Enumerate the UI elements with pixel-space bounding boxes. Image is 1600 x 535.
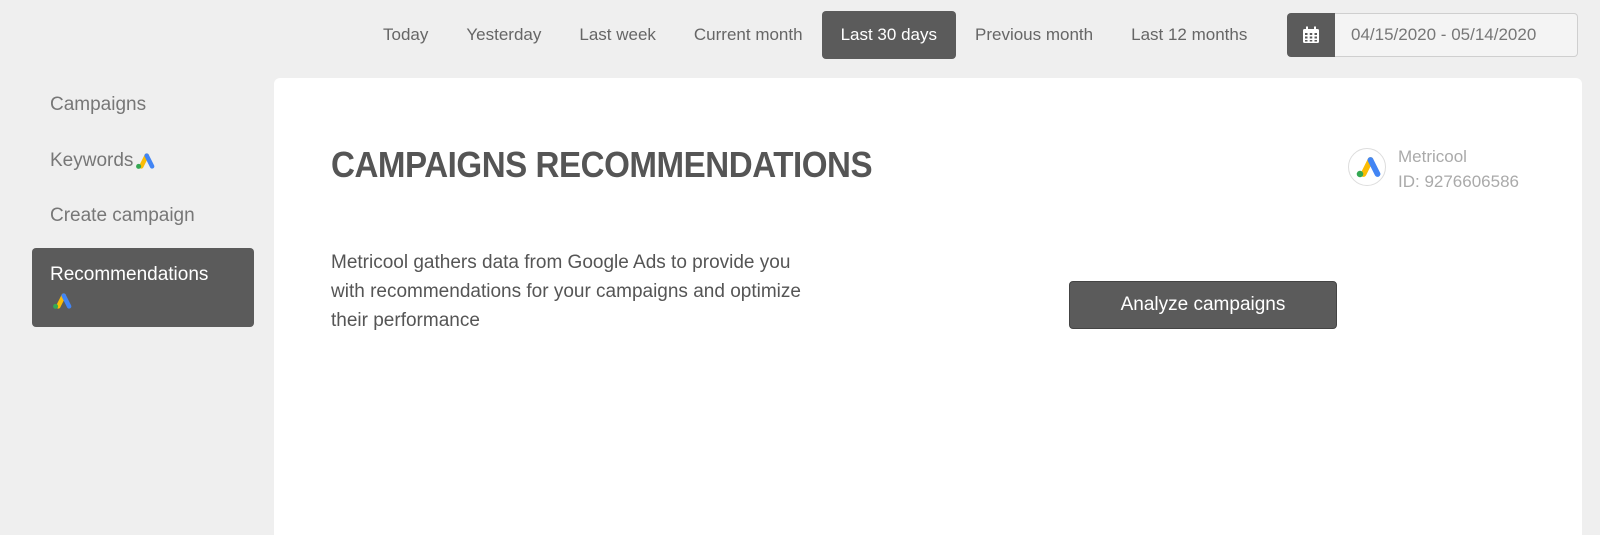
google-ads-icon [53,293,72,310]
account-name: Metricool [1398,147,1467,166]
sidebar: Campaigns Keywords Create campaign Recom… [32,78,254,328]
main-card: CAMPAIGNS RECOMMENDATIONS Metricool ID: … [274,78,1582,535]
account-text: Metricool ID: 9276606586 [1398,144,1519,194]
sidebar-item-label: Create campaign [50,205,195,227]
range-option-yesterday[interactable]: Yesterday [447,11,560,59]
account-info: Metricool ID: 9276606586 [1348,144,1519,194]
google-ads-icon [136,152,155,169]
range-option-current-month[interactable]: Current month [675,11,822,59]
google-ads-icon [1356,157,1381,178]
date-range-bar: Today Yesterday Last week Current month … [364,11,1266,59]
range-option-last-30-days[interactable]: Last 30 days [821,11,956,59]
range-option-previous-month[interactable]: Previous month [956,11,1112,59]
sidebar-item-campaigns[interactable]: Campaigns [32,78,254,133]
sidebar-item-label: Recommendations [50,263,209,285]
sidebar-item-recommendations[interactable]: Recommendations [32,247,254,327]
range-option-today[interactable]: Today [364,11,447,59]
date-range-input[interactable] [1335,13,1578,57]
date-picker [1287,13,1578,57]
sidebar-item-label: Campaigns [50,94,147,115]
sidebar-item-keywords[interactable]: Keywords [32,134,254,189]
description-text: Metricool gathers data from Google Ads t… [331,252,801,331]
calendar-icon [1303,26,1319,43]
range-option-last-week[interactable]: Last week [560,11,675,59]
sidebar-item-create-campaign[interactable]: Create campaign [32,189,254,244]
account-id: ID: 9276606586 [1398,172,1519,191]
calendar-button[interactable] [1287,13,1335,57]
analyze-campaigns-button[interactable]: Analyze campaigns [1069,281,1337,329]
sidebar-item-label: Keywords [50,149,134,171]
account-logo [1348,148,1386,186]
page: Today Yesterday Last week Current month … [0,0,1600,535]
page-title: CAMPAIGNS RECOMMENDATIONS [331,144,873,185]
range-option-last-12-months[interactable]: Last 12 months [1112,11,1266,59]
